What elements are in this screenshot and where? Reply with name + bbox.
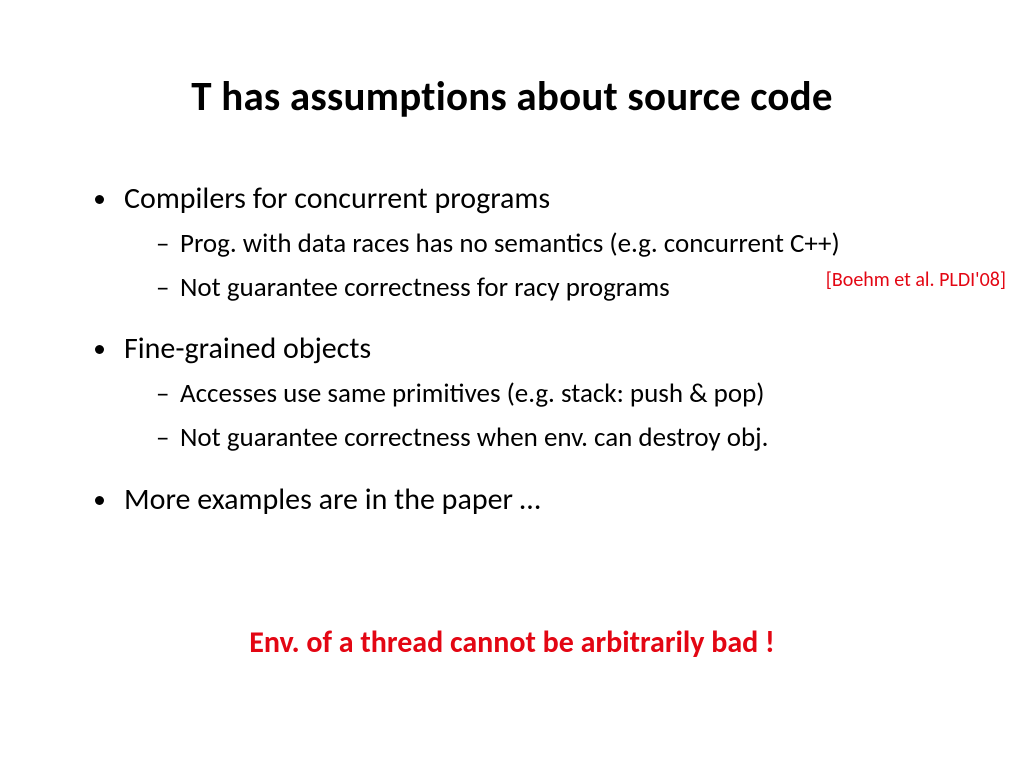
bullet-more-examples: More examples are in the paper … bbox=[120, 481, 932, 519]
subbullet-env-destroy: Not guarantee correctness when env. can … bbox=[156, 420, 932, 456]
bullet-text: Compilers for concurrent programs bbox=[124, 180, 550, 217]
slide-title: T has assumptions about source code bbox=[0, 72, 1024, 122]
subbullet-racy-programs: Not guarantee correctness for racy progr… bbox=[156, 270, 932, 306]
bullet-compilers: Compilers for concurrent programs Prog. … bbox=[120, 180, 932, 306]
bullet-list: Compilers for concurrent programs Prog. … bbox=[92, 180, 932, 518]
subbullet-text: Not guarantee correctness when env. can … bbox=[180, 421, 768, 454]
bullet-text: Fine-grained objects bbox=[124, 330, 371, 367]
subbullet-data-races: Prog. with data races has no semantics (… bbox=[156, 226, 932, 262]
sublist-fine-grained: Accesses use same primitives (e.g. stack… bbox=[124, 376, 932, 457]
slide-body: Compilers for concurrent programs Prog. … bbox=[92, 180, 932, 528]
bullet-text: More examples are in the paper … bbox=[124, 481, 540, 518]
bullet-fine-grained: Fine-grained objects Accesses use same p… bbox=[120, 330, 932, 456]
sublist-compilers: Prog. with data races has no semantics (… bbox=[124, 226, 932, 307]
callout-text: Env. of a thread cannot be arbitrarily b… bbox=[0, 624, 1024, 661]
subbullet-text: Accesses use same primitives (e.g. stack… bbox=[180, 377, 764, 410]
subbullet-text: Prog. with data races has no semantics (… bbox=[180, 227, 840, 260]
slide: T has assumptions about source code Comp… bbox=[0, 0, 1024, 768]
citation-label: [Boehm et al. PLDI'08] bbox=[826, 268, 1006, 292]
subbullet-primitives: Accesses use same primitives (e.g. stack… bbox=[156, 376, 932, 412]
subbullet-text: Not guarantee correctness for racy progr… bbox=[180, 271, 670, 304]
